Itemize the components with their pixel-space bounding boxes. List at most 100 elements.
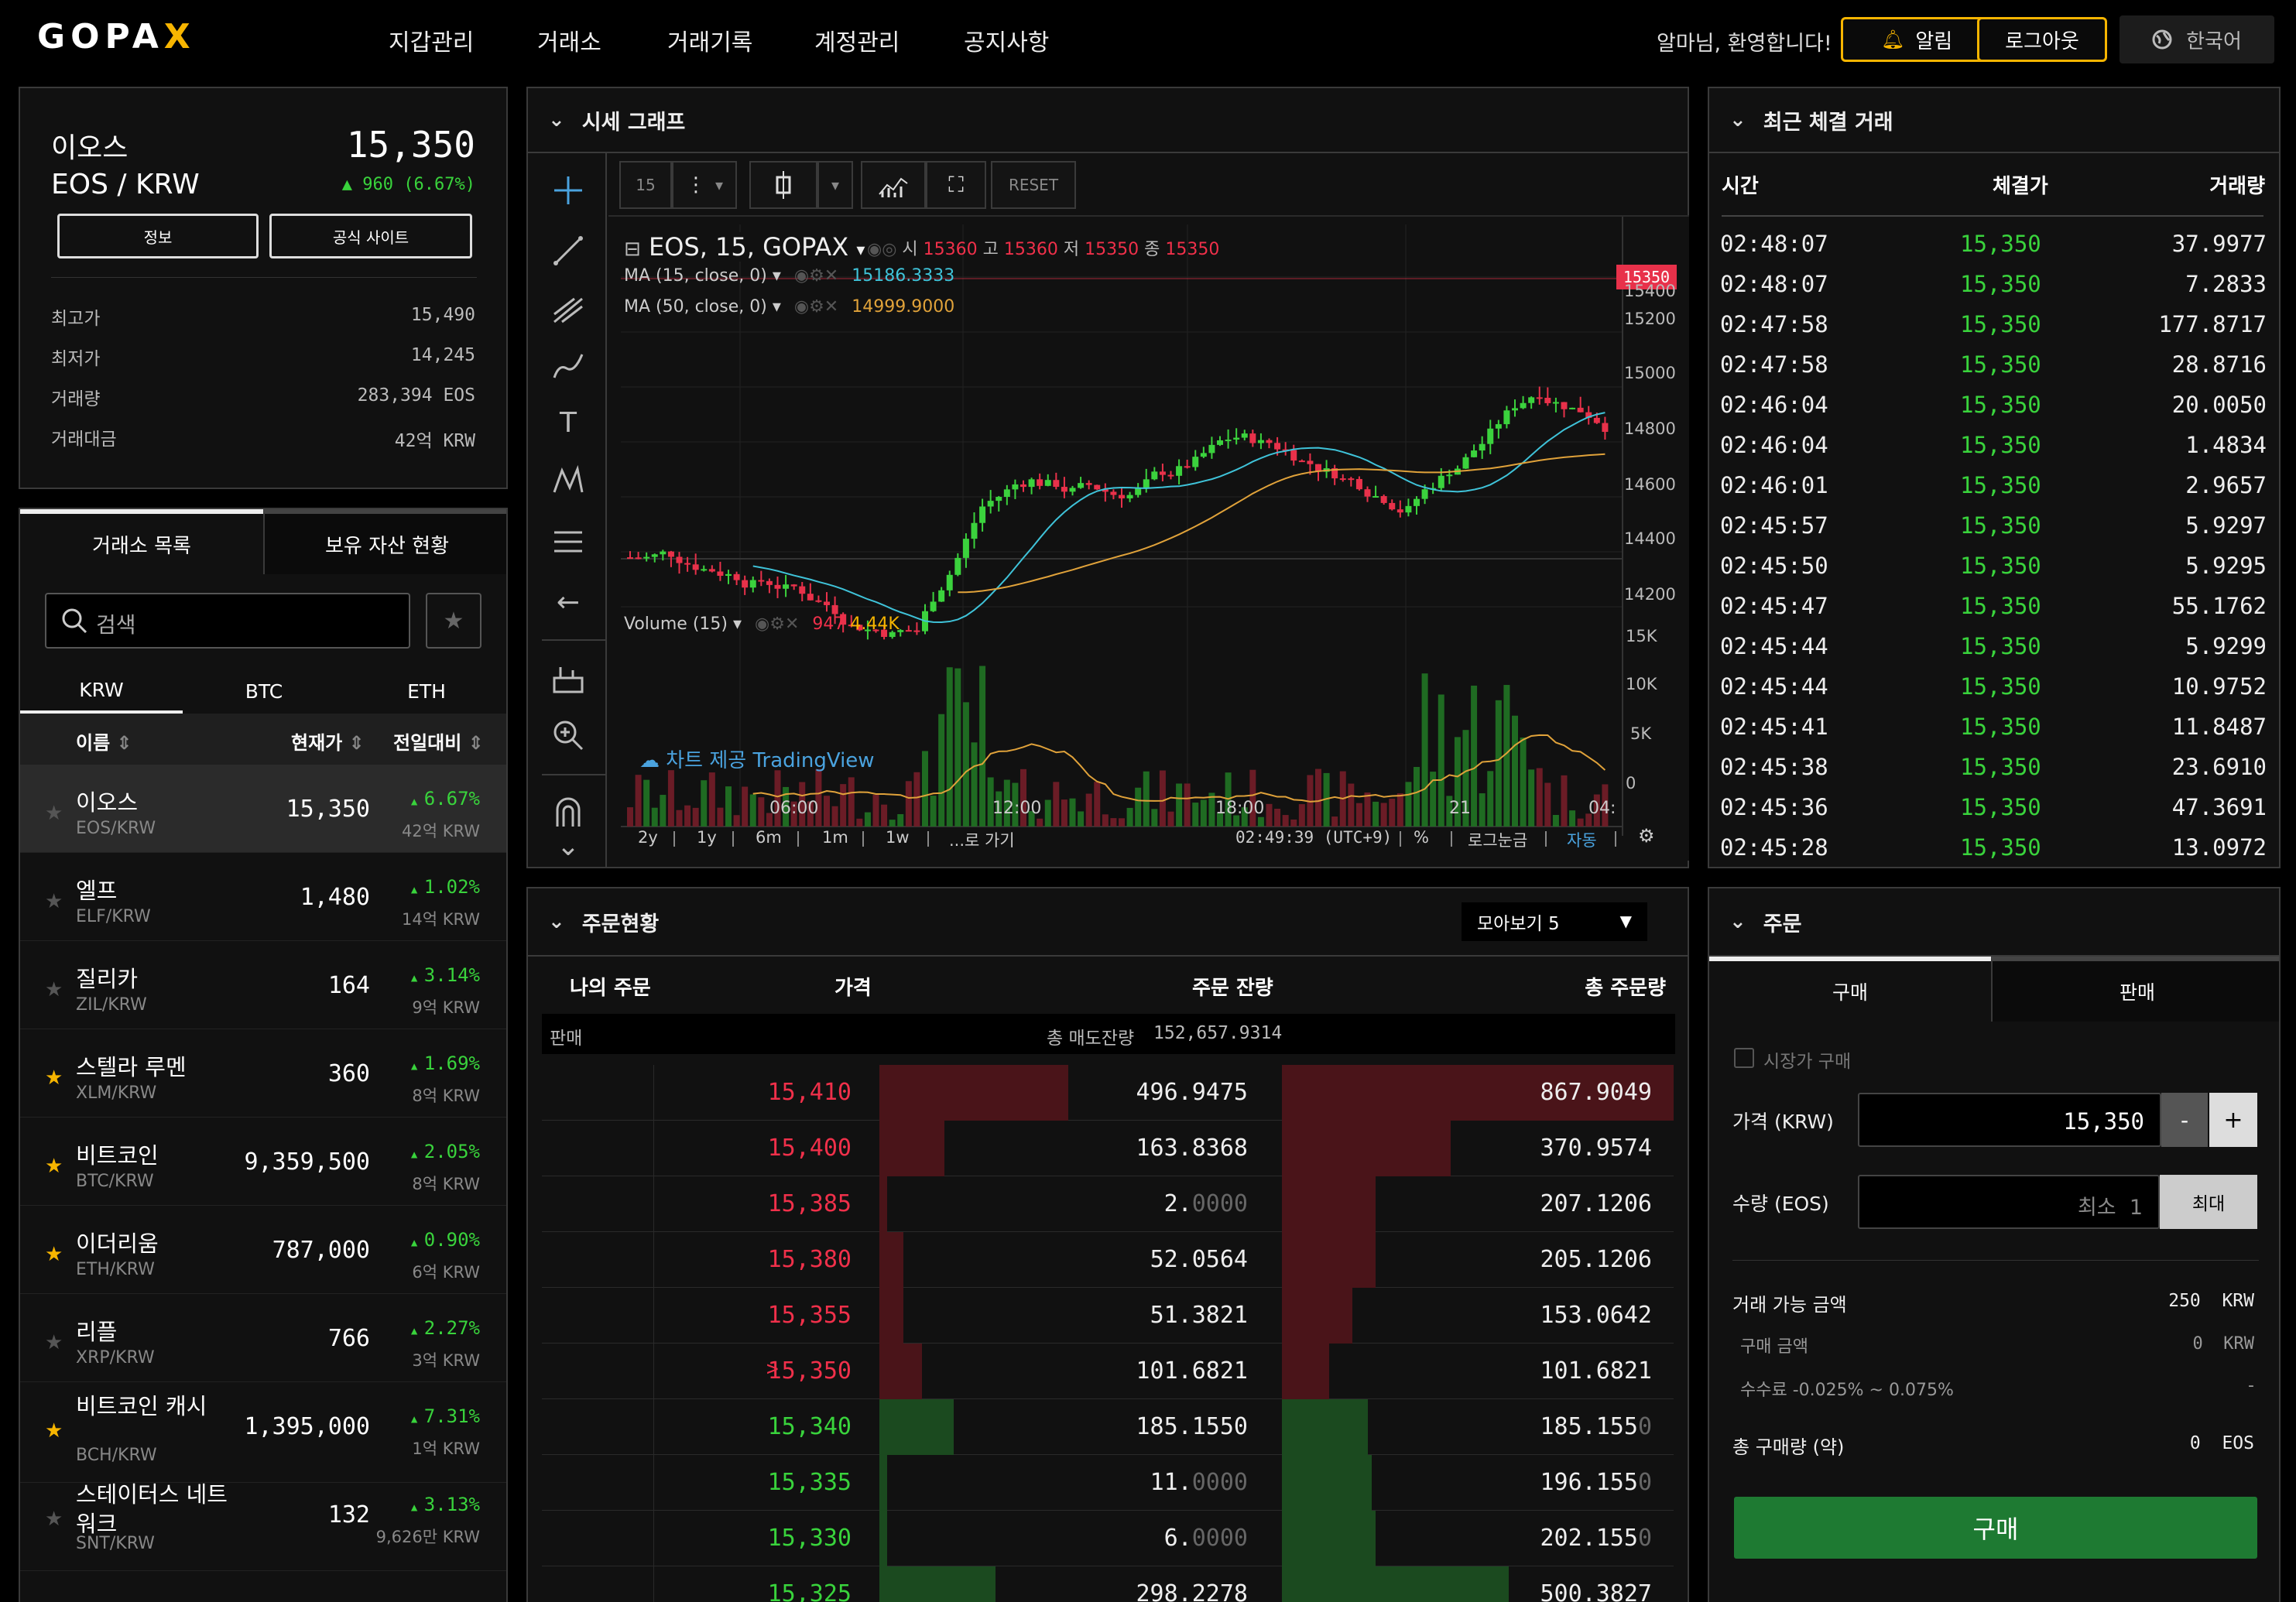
ob-price[interactable]: 15,385 xyxy=(768,1190,852,1217)
bid-row[interactable]: 15,325 298.2278 500.3827 xyxy=(542,1566,1674,1602)
interval-dropdown[interactable]: ⋮ ▾ xyxy=(672,161,737,209)
market-row[interactable]: ★ 이오스 EOS/KRW 15,350 ▲ 6.67% 42억 KRW xyxy=(20,765,506,853)
volume-bar xyxy=(831,806,838,827)
pitchfork-icon[interactable] xyxy=(543,283,593,333)
ask-row[interactable]: >15,350 101.6821 101.6821 xyxy=(542,1344,1674,1399)
market-order-checkbox[interactable] xyxy=(1734,1048,1754,1068)
nav-history[interactable]: 거래기록 xyxy=(667,23,752,57)
alarm-button[interactable]: 🔔︎ 알림 xyxy=(1841,17,1993,62)
market-row[interactable]: ★ 엘프 ELF/KRW 1,480 ▲ 1.02% 14억 KRW xyxy=(20,853,506,941)
nav-account[interactable]: 계정관리 xyxy=(814,23,900,57)
official-site-button[interactable]: 공식 사이트 xyxy=(269,214,472,258)
col-change[interactable]: 전일대비 ⇕ xyxy=(393,727,484,755)
nav-exchange[interactable]: 거래소 xyxy=(537,23,601,57)
trend-line-icon[interactable] xyxy=(543,226,593,276)
tab-btc[interactable]: BTC xyxy=(183,669,345,714)
ob-price[interactable]: 15,340 xyxy=(768,1413,852,1440)
ask-row[interactable]: 15,410 496.9475 867.9049 xyxy=(542,1065,1674,1121)
back-arrow-icon[interactable]: ← xyxy=(543,577,593,627)
star-icon[interactable]: ★ xyxy=(45,978,63,1001)
info-button[interactable]: 정보 xyxy=(57,214,259,258)
tab-holdings[interactable]: 보유 자산 현황 xyxy=(263,509,506,574)
ob-price[interactable]: 15,355 xyxy=(768,1302,852,1329)
ob-price[interactable]: 15,380 xyxy=(768,1246,852,1273)
caret-down-icon: ▾ xyxy=(772,297,781,317)
market-row[interactable]: ★ 질리카 ZIL/KRW 164 ▲ 3.14% 9억 KRW xyxy=(20,941,506,1029)
candle-type-button[interactable] xyxy=(749,161,817,209)
chart-panel-header[interactable]: ⌄ 시세 그래프 xyxy=(528,88,1688,153)
search-input[interactable]: 검색 xyxy=(45,593,410,649)
ask-row[interactable]: 15,400 163.8368 370.9574 xyxy=(542,1121,1674,1176)
indicators-button[interactable] xyxy=(861,161,926,209)
zoom-in-icon[interactable] xyxy=(543,710,593,760)
ask-row[interactable]: 15,385 2.0000 207.1206 xyxy=(542,1176,1674,1232)
ma15-legend[interactable]: MA (15, close, 0) ▾ ◉⚙✕ 15186.3333 xyxy=(624,266,954,286)
logout-button[interactable]: 로그아웃 xyxy=(1977,17,2107,62)
order-panel-header[interactable]: ⌄ 주문 xyxy=(1709,888,2279,957)
trade-row: 02:47:58 15,350 28.8716 xyxy=(1720,351,2267,392)
price-decrement-button[interactable]: - xyxy=(2161,1093,2208,1147)
tab-eth[interactable]: ETH xyxy=(345,669,506,714)
star-icon[interactable]: ★ xyxy=(45,802,63,825)
volume-bar xyxy=(889,820,896,827)
language-button[interactable]: 한국어 xyxy=(2120,15,2274,63)
price-input[interactable]: 15,350 xyxy=(1858,1093,2161,1147)
grouping-select[interactable]: 모아보기 5 ▼ xyxy=(1462,902,1647,941)
brush-icon[interactable] xyxy=(543,341,593,390)
trades-panel-header[interactable]: ⌄ 최근 체결 거래 xyxy=(1709,88,2279,153)
tab-krw[interactable]: KRW xyxy=(20,669,183,714)
coin-change: ▲ 6.67% xyxy=(411,788,480,810)
gopax-logo[interactable]: GOPAX xyxy=(37,17,196,56)
candle-body xyxy=(1192,457,1199,467)
volume-bar xyxy=(962,702,969,827)
candle-type-dropdown[interactable]: ▾ xyxy=(817,161,853,209)
chevron-down-icon[interactable]: ⌄ xyxy=(543,827,593,865)
volume-bar xyxy=(946,667,953,827)
tab-buy[interactable]: 구매 xyxy=(1709,957,1991,1022)
range-2y[interactable]: 2y xyxy=(638,828,658,847)
reset-button[interactable]: RESET xyxy=(991,161,1076,209)
col-name[interactable]: 이름 ⇕ xyxy=(76,727,132,755)
ask-row[interactable]: 15,380 52.0564 205.1206 xyxy=(542,1232,1674,1288)
candle-body xyxy=(1339,478,1346,481)
trade-row: 02:45:38 15,350 23.6910 xyxy=(1720,754,2267,794)
gear-icon[interactable]: ⚙ xyxy=(1638,825,1655,847)
ma50-legend[interactable]: MA (50, close, 0) ▾ ◉⚙✕ 14999.9000 xyxy=(624,297,954,317)
quantity-input[interactable]: 최소 1 xyxy=(1858,1175,2160,1229)
candle-body xyxy=(1396,509,1403,513)
tab-sell[interactable]: 판매 xyxy=(1991,957,2279,1022)
bid-row[interactable]: 15,340 185.1550 185.1550 xyxy=(542,1399,1674,1455)
available-label: 거래 가능 금액 xyxy=(1732,1294,1847,1316)
bid-row[interactable]: 15,335 11.0000 196.1550 xyxy=(542,1455,1674,1511)
chart-legend-symbol[interactable]: ⊟ EOS, 15, GOPAX ▾ xyxy=(624,232,865,262)
ob-price[interactable]: 15,400 xyxy=(768,1135,852,1162)
interval-select[interactable]: 15 xyxy=(619,161,672,209)
ob-price[interactable]: 15,350 xyxy=(768,1357,852,1385)
bid-row[interactable]: 15,330 6.0000 202.1550 xyxy=(542,1511,1674,1566)
ob-price[interactable]: 15,335 xyxy=(768,1469,852,1496)
crosshair-icon[interactable] xyxy=(543,166,593,215)
star-icon[interactable]: ★ xyxy=(45,890,63,913)
favorites-filter-button[interactable]: ★ xyxy=(426,593,481,649)
buy-button[interactable]: 구매 xyxy=(1734,1497,2257,1559)
nav-notice[interactable]: 공지사항 xyxy=(964,23,1049,57)
ob-price[interactable]: 15,325 xyxy=(768,1580,852,1602)
tradingview-watermark[interactable]: ☁ 차트 제공 TradingView xyxy=(639,745,875,773)
text-tool-icon[interactable]: T xyxy=(543,398,593,447)
fib-icon[interactable] xyxy=(543,517,593,567)
measure-icon[interactable] xyxy=(543,655,593,704)
ob-qty: 496.9475 xyxy=(1136,1079,1249,1106)
col-price[interactable]: 현재가 ⇕ xyxy=(291,727,365,755)
fullscreen-button[interactable]: ⛶ xyxy=(926,161,986,209)
tab-exchange-list[interactable]: 거래소 목록 xyxy=(20,509,263,574)
volume-legend[interactable]: Volume (15) ▾ ◉⚙✕ 947 4.44K xyxy=(624,614,900,634)
pattern-icon[interactable] xyxy=(543,457,593,506)
ob-price[interactable]: 15,330 xyxy=(768,1525,852,1552)
max-quantity-button[interactable]: 최대 xyxy=(2160,1175,2257,1229)
ask-row[interactable]: 15,355 51.3821 153.0642 xyxy=(542,1288,1674,1344)
price-increment-button[interactable]: + xyxy=(2209,1093,2257,1147)
volume-bar xyxy=(1536,768,1543,827)
ob-price[interactable]: 15,410 xyxy=(768,1079,852,1106)
nav-wallet[interactable]: 지갑관리 xyxy=(389,23,474,57)
candle-body xyxy=(684,563,691,565)
